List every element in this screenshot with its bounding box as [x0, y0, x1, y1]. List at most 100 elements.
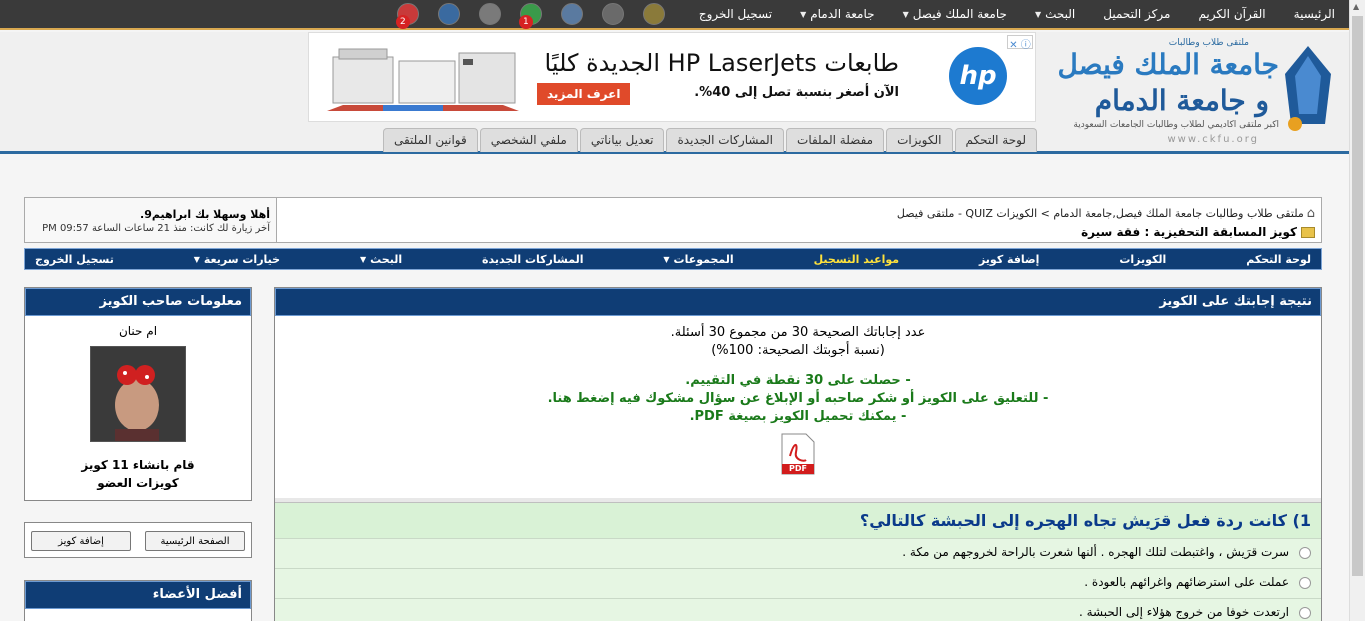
navbar-item-label: إضافة كويز: [978, 252, 1040, 266]
top-link[interactable]: جامعة الملك فيصل ▼: [903, 7, 1007, 21]
top-link[interactable]: مركز التحميل: [1103, 7, 1170, 21]
pin-icon[interactable]: [601, 3, 624, 25]
navbar-item[interactable]: المشاركات الجديدة: [482, 253, 584, 266]
last-visit-text: آخر زيارة لك كانت: منذ 21 ساعات الساعة 0…: [42, 223, 270, 234]
top-link-label: جامعة الدمام: [810, 7, 875, 21]
comment-link[interactable]: - للتعليق على الكويز أو شكر صاحبه أو الإ…: [275, 390, 1321, 408]
header-tab[interactable]: المشاركات الجديدة: [666, 128, 785, 152]
answer-option[interactable]: ارتعدت خوفا من خروج هؤلاء إلى الحبشة .: [275, 598, 1321, 621]
logo-top: ملتقى طلاب وطالبات: [1168, 38, 1249, 48]
navbar-item-label: مواعيد التسجيل: [813, 252, 900, 266]
site-logo[interactable]: ملتقى طلاب وطالبات جامعة الملك فيصل و جا…: [1034, 34, 1339, 152]
answer-text: سرت قرَيش ، واغتبطت لتلك الهجره . ألنها …: [902, 545, 1289, 559]
chevron-down-icon: ▼: [902, 9, 909, 19]
quiz-title: كويز المسابقة التحفيزية : فقة سيرة: [1081, 225, 1297, 239]
navbar-item-label: البحث: [370, 252, 403, 266]
stats-icon[interactable]: [642, 3, 665, 25]
logo-title: جامعة الملك فيصل: [1057, 48, 1279, 81]
welcome-text: أهلا وسهلا بك ابراهيم9.: [140, 208, 270, 221]
page-root: الرئيسية القرآن الكريم مركز التحميل البحث ▼ ج…: [0, 0, 1365, 621]
header-tab[interactable]: الكويزات: [886, 128, 953, 152]
logo-url: www.ckfu.org: [1167, 134, 1259, 145]
breadcrumb-panel: ⌂ ملتقى طلاب وطالبات جامعة الملك فيصل,جا…: [24, 197, 1322, 243]
logo-line1b: و جامعة الدمام: [1094, 84, 1269, 117]
navbar-item-label: خيارات سريعة: [203, 252, 281, 266]
scroll-thumb[interactable]: [1352, 16, 1363, 576]
top-link[interactable]: الرئيسية: [1294, 7, 1335, 21]
author-name[interactable]: ام حنان: [25, 324, 251, 338]
navbar-item[interactable]: خيارات سريعة ▼: [194, 253, 280, 266]
top-link-label: جامعة الملك فيصل: [912, 7, 1007, 21]
globe-icon[interactable]: [560, 3, 583, 25]
navbar-item[interactable]: مواعيد التسجيل: [814, 253, 900, 266]
answer-radio[interactable]: [1299, 577, 1311, 589]
navbar-item[interactable]: المجموعات ▼: [663, 253, 733, 266]
advertisement-banner[interactable]: ⓘ ✕ hp طابعات HP LaserJets الجديدة كليًا…: [308, 32, 1036, 122]
notifications-icon[interactable]: 2: [395, 3, 419, 29]
top-link[interactable]: القرآن الكريم: [1198, 7, 1265, 21]
top-link[interactable]: جامعة الدمام ▼: [800, 7, 875, 21]
add-quiz-button[interactable]: إضافة كويز: [31, 531, 131, 551]
answer-text: عملت على استرضائهم واغرائهم بالعودة .: [1084, 575, 1289, 589]
quiz-result-box: نتيجة إجابتك على الكويز عدد إجاباتك الصح…: [274, 287, 1322, 621]
breadcrumb-right: ⌂ ملتقى طلاب وطالبات جامعة الملك فيصل,جا…: [897, 206, 1315, 239]
answer-option[interactable]: سرت قرَيش ، واغتبطت لتلك الهجره . ألنها …: [275, 538, 1321, 568]
ad-headline: طابعات HP LaserJets الجديدة كليًا: [544, 49, 899, 77]
top-link[interactable]: البحث ▼: [1035, 7, 1075, 21]
author-quizzes-link[interactable]: كويزات العضو: [25, 474, 251, 492]
profile-icon[interactable]: [437, 3, 460, 25]
pdf-icon[interactable]: PDF: [780, 432, 816, 476]
home-icon[interactable]: ⌂: [1307, 206, 1315, 221]
ad-learn-more-button[interactable]: اعرف المزيد: [537, 83, 631, 105]
top-link-label: تسجيل الخروج: [698, 7, 773, 21]
page-scrollbar[interactable]: ▲: [1349, 0, 1365, 621]
best-members-header: أفضل الأعضاء: [25, 581, 251, 609]
answer-option[interactable]: عملت على استرضائهم واغرائهم بالعودة .: [275, 568, 1321, 598]
chevron-down-icon: ▼: [800, 9, 807, 19]
header-tab[interactable]: ملفي الشخصي: [479, 128, 578, 152]
settings-icon[interactable]: [478, 3, 501, 25]
navbar-item[interactable]: تسجيل الخروج: [35, 253, 114, 266]
correct-answers-text: عدد إجاباتك الصحيحة 30 من مجموع 30 أسئلة…: [670, 325, 926, 340]
answer-radio[interactable]: [1299, 607, 1311, 619]
top-icons: 12: [378, 3, 665, 29]
breadcrumb: ⌂ ملتقى طلاب وطالبات جامعة الملك فيصل,جا…: [897, 206, 1315, 221]
author-quiz-count: قام بانشاء 11 كويز: [81, 458, 195, 472]
question-title: 1) كانت ردة فعل قرَيش تجاه الهجره إلى ال…: [275, 502, 1321, 538]
navbar-item[interactable]: الكويزات: [1119, 253, 1166, 266]
breadcrumb-path[interactable]: ملتقى طلاب وطالبات جامعة الملك فيصل,جامع…: [897, 207, 1304, 220]
quiz-navbar: لوحة التحكم الكويزات إضافة كويز مواعيد التس…: [24, 248, 1322, 270]
navbar-item[interactable]: البحث ▼: [360, 253, 402, 266]
messages-icon[interactable]: 1: [518, 3, 542, 29]
header-tabs: لوحة التحكم الكويزات مفضلة الملفات المشاركا…: [382, 128, 1037, 152]
header-tab[interactable]: مفضلة الملفات: [786, 128, 885, 152]
navbar-item-label: الكويزات: [1119, 252, 1167, 266]
logo-tagline: اكبر ملتقى اكاديمي لطلاب وطالبات الجامعا…: [1073, 120, 1279, 130]
header-tab[interactable]: قوانين الملتقى: [382, 128, 478, 152]
action-buttons-box: الصفحة الرئيسية إضافة كويز: [24, 522, 252, 558]
navbar-item[interactable]: إضافة كويز: [979, 253, 1040, 266]
pdf-label: PDF: [789, 464, 807, 473]
header-tab[interactable]: لوحة التحكم: [954, 128, 1037, 152]
logo-title-2: و جامعة الدمام: [1095, 84, 1269, 117]
top-link-label: البحث: [1045, 7, 1076, 21]
avatar[interactable]: [90, 346, 186, 442]
navbar-item-label: المشاركات الجديدة: [481, 252, 584, 266]
top-bar: الرئيسية القرآن الكريم مركز التحميل البحث ▼ ج…: [0, 0, 1349, 30]
folder-icon: [1301, 226, 1315, 238]
welcome-panel: أهلا وسهلا بك ابراهيم9. آخر زيارة لك كان…: [25, 198, 277, 242]
ad-subline: الآن أصغر بنسبة تصل إلى 40%.: [694, 85, 899, 100]
crest-logo-icon: [1285, 46, 1331, 131]
home-page-button[interactable]: الصفحة الرئيسية: [145, 531, 245, 551]
site-header: ملتقى طلاب وطالبات جامعة الملك فيصل و جا…: [0, 32, 1349, 154]
header-tab[interactable]: تعديل بياناتي: [579, 128, 665, 152]
top-links: الرئيسية القرآن الكريم مركز التحميل البحث ▼ ج…: [671, 7, 1335, 21]
scroll-up-icon[interactable]: ▲: [1353, 2, 1359, 11]
best-members-box: أفضل الأعضاء: [24, 580, 252, 621]
top-link[interactable]: تسجيل الخروج: [699, 7, 772, 21]
ad-close-icon[interactable]: ⓘ ✕: [1007, 35, 1033, 51]
avatar-image-icon: [91, 347, 185, 441]
answer-radio[interactable]: [1299, 547, 1311, 559]
navbar-item-label: تسجيل الخروج: [35, 252, 114, 266]
navbar-item[interactable]: لوحة التحكم: [1246, 253, 1311, 266]
